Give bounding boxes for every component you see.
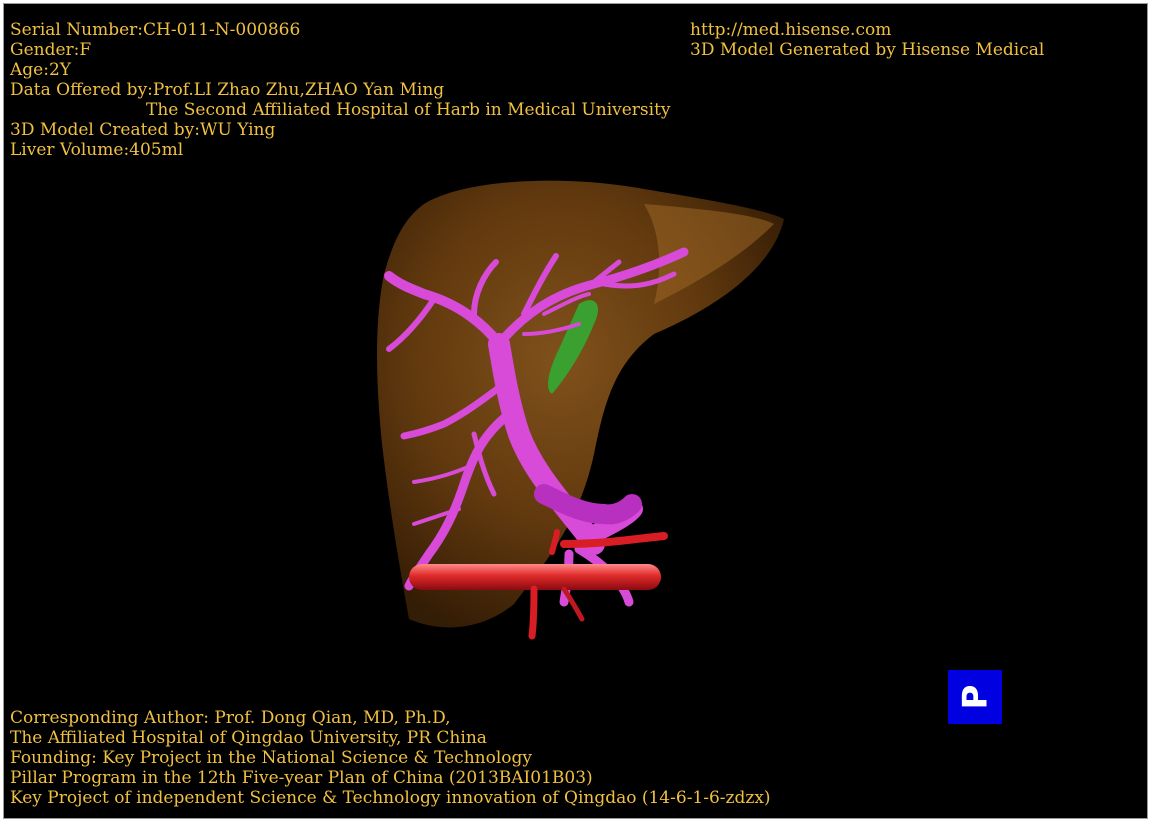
data-offered-text: Data Offered by:Prof.LI Zhao Zhu,ZHAO Ya… — [10, 80, 445, 100]
corresponding-author-text: Corresponding Author: Prof. Dong Qian, M… — [10, 708, 451, 728]
viewer-window: Serial Number:CH-011-N-000866 Gender:F A… — [3, 3, 1148, 819]
orientation-cube-icon[interactable]: P — [948, 670, 1002, 724]
key-project-text: Key Project of independent Science & Tec… — [10, 788, 771, 808]
founding-text: Founding: Key Project in the National Sc… — [10, 748, 532, 768]
serial-number-text: Serial Number:CH-011-N-000866 — [10, 20, 301, 40]
portal-vein-trunk — [534, 484, 642, 525]
hospital-text: The Second Affiliated Hospital of Harb i… — [146, 100, 671, 120]
pillar-program-text: Pillar Program in the 12th Five-year Pla… — [10, 768, 593, 788]
vendor-url-text: http://med.hisense.com — [690, 20, 892, 40]
vendor-info-panel: http://med.hisense.com 3D Model Generate… — [690, 20, 1044, 60]
affiliation-text: The Affiliated Hospital of Qingdao Unive… — [10, 728, 487, 748]
credits-panel: Corresponding Author: Prof. Dong Qian, M… — [10, 708, 771, 808]
liver-volume-text: Liver Volume:405ml — [10, 140, 184, 160]
model-created-by-text: 3D Model Created by:WU Ying — [10, 120, 276, 140]
gender-text: Gender:F — [10, 40, 92, 60]
patient-info-panel: Serial Number:CH-011-N-000866 Gender:F A… — [10, 20, 671, 160]
age-text: Age:2Y — [10, 60, 71, 80]
generated-by-text: 3D Model Generated by Hisense Medical — [690, 40, 1045, 60]
orientation-label: P — [954, 684, 995, 710]
